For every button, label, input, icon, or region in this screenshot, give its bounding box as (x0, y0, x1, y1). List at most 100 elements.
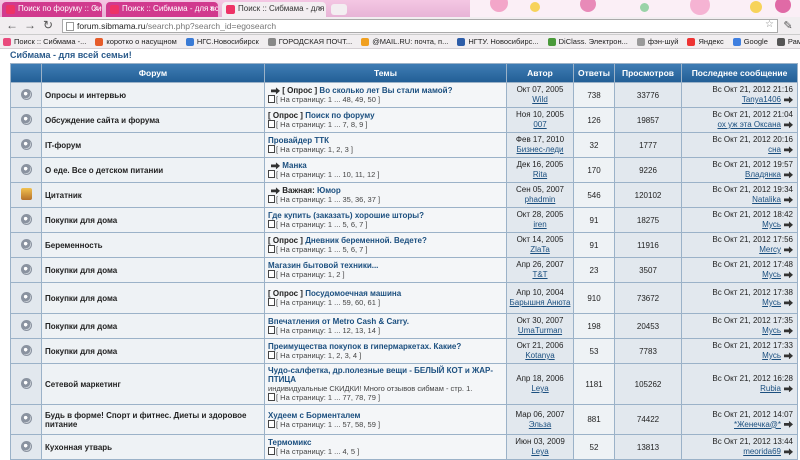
last-post-user-link[interactable]: meorida69 (743, 447, 781, 456)
forum-name-link[interactable]: Покупки для дома (42, 258, 264, 282)
topic-title-link[interactable]: Худеем с Борменталем (268, 411, 360, 420)
forum-name-link[interactable]: Беременность (42, 233, 264, 257)
last-post-user-link[interactable]: Mercy (759, 245, 781, 254)
goto-last-post-icon[interactable] (784, 121, 793, 129)
author-link[interactable]: Wild (507, 95, 573, 105)
topic-title-link[interactable]: Магазин бытовой техники... (268, 261, 378, 270)
topic-title-link[interactable]: Чудо-салфетка, др.полезные вещи - БЕЛЫЙ … (268, 366, 493, 384)
bookmark-item[interactable]: Google (732, 37, 768, 46)
topic-title-link[interactable]: Провайдер ТТК (268, 136, 329, 145)
author-link[interactable]: 007 (507, 120, 573, 130)
bookmark-item[interactable]: Рамблер (776, 37, 800, 46)
bookmark-item[interactable]: НГС.Новосибирск (185, 37, 259, 46)
forum-name-link[interactable]: Покупки для дома (42, 314, 264, 338)
bookmark-star-icon[interactable]: ☆ (765, 19, 774, 31)
last-post-user-link[interactable]: *Женечка@* (734, 420, 781, 429)
bookmark-item[interactable]: Поиск :: Сибмама -... (3, 37, 86, 46)
goto-last-post-icon[interactable] (784, 448, 793, 456)
topic-title-link[interactable]: Впечатления от Metro Cash & Carry. (268, 317, 409, 326)
topic-title-link[interactable]: Во сколько лет Вы стали мамой? (319, 86, 452, 95)
new-tab-button[interactable] (331, 4, 347, 15)
topic-title-link[interactable]: Юмор (317, 186, 341, 195)
goto-last-post-icon[interactable] (784, 146, 793, 154)
topic-title-link[interactable]: Где купить (заказать) хорошие шторы? (268, 211, 424, 220)
forum-name-link[interactable]: Покупки для дома (42, 283, 264, 313)
last-post-user-link[interactable]: Мусь (762, 270, 781, 279)
goto-last-post-icon[interactable] (784, 246, 793, 254)
close-tab-icon[interactable]: × (93, 4, 98, 13)
close-tab-icon[interactable]: × (209, 4, 214, 13)
last-post-user-link[interactable]: Владянка (745, 170, 781, 179)
topic-title-link[interactable]: Манка (282, 161, 307, 170)
back-arrow-icon[interactable]: ← (4, 18, 20, 33)
close-tab-icon[interactable]: × (317, 4, 322, 13)
goto-last-post-icon[interactable] (784, 171, 793, 179)
topic-date: Дек 16, 2005 (516, 160, 564, 169)
goto-last-post-icon[interactable] (784, 299, 793, 307)
goto-last-post-icon[interactable] (784, 352, 793, 360)
forward-arrow-icon[interactable]: → (22, 18, 38, 33)
goto-last-post-icon[interactable] (784, 420, 793, 428)
url-field[interactable]: forum.sibmama.ru/search.php?search_id=eg… (62, 18, 778, 33)
goto-last-post-icon[interactable] (784, 196, 793, 204)
forum-name-link[interactable]: Опросы и интервью (42, 83, 264, 107)
goto-last-post-icon[interactable] (784, 385, 793, 393)
last-post-user-link[interactable]: Rubia (760, 384, 781, 393)
goto-last-post-icon[interactable] (784, 221, 793, 229)
forum-name-link[interactable]: Покупки для дома (42, 339, 264, 363)
forum-name-link[interactable]: IT-форум (42, 133, 264, 157)
bookmark-item[interactable]: ГОРОДСКАЯ ПОЧТ... (267, 37, 352, 46)
author-link[interactable]: phadmin (507, 195, 573, 205)
forum-name-link[interactable]: Покупки для дома (42, 208, 264, 232)
reload-icon[interactable]: ↻ (40, 18, 56, 33)
bookmark-item[interactable]: коротко о насущном (95, 37, 177, 46)
tab-search-sibmama-active[interactable]: Поиск :: Сибмама - для в × (222, 2, 326, 17)
bookmark-item[interactable]: НГТУ. Новосибирс... (457, 37, 539, 46)
newest-post-icon[interactable] (271, 162, 280, 170)
search-results-table: Форум Темы Автор Ответы Просмотров После… (10, 63, 798, 460)
last-post-user-link[interactable]: Natalika (752, 195, 781, 204)
bookmark-item[interactable]: фэн-шуй (636, 37, 678, 46)
forum-name-link[interactable]: Обсуждение сайта и форума (42, 108, 264, 132)
bookmark-item[interactable]: DiClass. Электрон... (547, 37, 628, 46)
topic-title-link[interactable]: Посудомоечная машина (305, 289, 401, 298)
author-link[interactable]: Rita (507, 170, 573, 180)
goto-last-post-icon[interactable] (784, 271, 793, 279)
author-link[interactable]: UmaTurman (507, 326, 573, 336)
tab-search-sibmama[interactable]: Поиск :: Сибмама - для вс × (106, 2, 218, 17)
topic-folder-icon (20, 138, 32, 150)
last-post-user-link[interactable]: Мусь (762, 220, 781, 229)
goto-last-post-icon[interactable] (784, 327, 793, 335)
author-link[interactable]: Leya (507, 384, 573, 394)
tab-search-forum[interactable]: Поиск по форуму :: Сиб × (2, 2, 102, 17)
newest-post-icon[interactable] (271, 187, 280, 195)
forum-name-link[interactable]: Сетевой маркетинг (42, 364, 264, 404)
topic-title-link[interactable]: Дневник беременной. Ведете? (305, 236, 427, 245)
newest-post-icon[interactable] (271, 87, 280, 95)
author-link[interactable]: Эльза (507, 420, 573, 430)
forum-name-link[interactable]: Кухонная утварь (42, 435, 264, 459)
forum-name-link[interactable]: Будь в форме! Спорт и фитнес. Диеты и зд… (42, 405, 264, 434)
author-link[interactable]: T&T (507, 270, 573, 280)
goto-last-post-icon[interactable] (784, 96, 793, 104)
topic-title-link[interactable]: Преимущества покупок в гипермаркетах. Ка… (268, 342, 461, 351)
last-post-user-link[interactable]: Tanya1406 (742, 95, 781, 104)
last-post-user-link[interactable]: Мусь (762, 326, 781, 335)
forum-name-link[interactable]: Цитатник (42, 183, 264, 207)
author-link[interactable]: ZlaTa (507, 245, 573, 255)
last-post-user-link[interactable]: Мусь (762, 298, 781, 307)
author-link[interactable]: iren (507, 220, 573, 230)
last-post-user-link[interactable]: сна (768, 145, 781, 154)
last-post-user-link[interactable]: ох уж эта Оксана (717, 120, 781, 129)
bookmark-item[interactable]: @MAIL.RU: почта, п... (361, 37, 448, 46)
author-link[interactable]: Бизнес-леди (507, 145, 573, 155)
last-post-user-link[interactable]: Мусь (762, 351, 781, 360)
forum-name-link[interactable]: О еде. Все о детском питании (42, 158, 264, 182)
wrench-menu-icon[interactable]: ✎ (780, 19, 796, 32)
author-link[interactable]: Барышня Анюта (507, 298, 573, 308)
topic-title-link[interactable]: Поиск по форуму (305, 111, 374, 120)
topic-title-link[interactable]: Термомикс (268, 438, 312, 447)
author-link[interactable]: Kotanya (507, 351, 573, 361)
author-link[interactable]: Leya (507, 447, 573, 457)
bookmark-item[interactable]: Яндекс (687, 37, 724, 46)
